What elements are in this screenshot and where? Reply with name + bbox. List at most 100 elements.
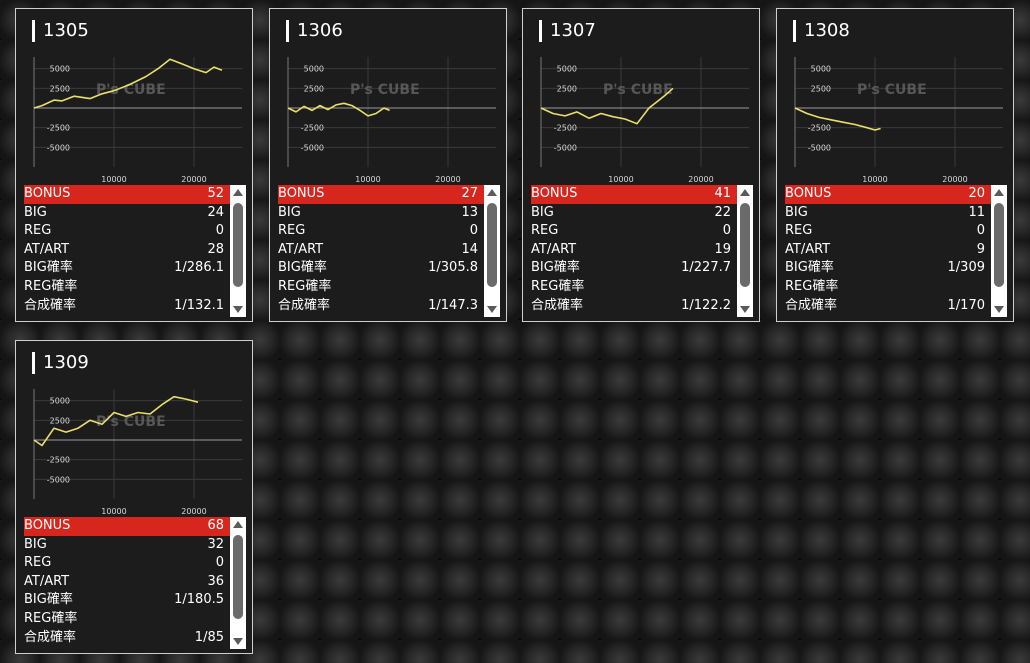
chart-svg: P's CUBE50002500-2500-500010000 20000 [287,57,496,184]
watermark-logo: P's CUBE [603,82,673,98]
y-tick-label: 5000 [304,65,324,74]
stat-row: AT/ART 36 [24,573,230,592]
machine-number: 1307 [539,20,596,42]
stat-value: 1/132.1 [174,297,224,313]
stats-list[interactable]: BONUS 20 BIG 11 REG 0 AT/ART 9 BIG確率 1/309 REG確率 合成… [785,185,991,317]
stat-value: 1/305.8 [428,260,478,276]
machine-card[interactable]: 1305 P's CUBE 5000 2500 -2500 -5000 10000 20000… [15,8,253,322]
machine-card[interactable]: 1306 P's CUBE 5000 2500 -2500 -5000 10000 20000… [269,8,507,322]
y-tick-label: 5000 [50,397,70,406]
stat-row: BIG確率 1/180.5 [24,591,230,610]
stat-value: 1/227.7 [681,260,731,276]
stat-label: 合成確率 [531,297,584,313]
stat-row: 合成確率 1/132.1 [24,297,230,316]
stat-value: 1/85 [194,629,224,645]
stat-label: BIG [785,204,808,220]
y-tick-label: 2500 [811,84,831,93]
scroll-thumb[interactable] [487,203,497,287]
machine-number: 1306 [286,20,343,42]
chart-svg: P's CUBE50002500-2500-500010000 20000 [540,57,749,184]
stat-value: 27 [461,186,478,201]
x-tick-label: 20000 [181,175,206,184]
stat-label: 合成確率 [785,297,838,313]
machine-card[interactable]: 1307 P's CUBE 5000 2500 -2500 -5000 10000 20000… [522,8,760,322]
stat-label: REG確率 [531,278,585,294]
stat-value: 1/170 [947,297,985,313]
stat-label: AT/ART [24,241,70,257]
scroll-down-arrow-icon[interactable] [487,306,497,313]
stat-label: BIG [24,536,47,552]
stats-scrollbar[interactable] [484,185,500,317]
stat-label: BIG確率 [278,260,327,276]
stats-scrollbar[interactable] [737,185,753,317]
machine-card[interactable]: 1308 P's CUBE 5000 2500 -2500 -5000 10000 20000… [776,8,1014,322]
machine-number: 1305 [32,20,89,42]
stat-value: 24 [207,204,224,220]
scroll-up-arrow-icon[interactable] [994,189,1004,196]
y-tick-label: -5000 [554,143,577,152]
scroll-down-arrow-icon[interactable] [233,638,243,645]
machine-card[interactable]: 1309 P's CUBE 5000 2500 -2500 -5000 10000 20000… [15,340,253,654]
stat-label: AT/ART [24,573,70,589]
stat-row: REG 0 [24,222,230,241]
slump-line [287,102,390,117]
machine-number: 1309 [32,352,89,374]
stats-list[interactable]: BONUS 41 BIG 22 REG 0 AT/ART 19 BIG確率 1/227.7 REG確… [531,185,737,317]
stat-value: 68 [207,518,224,533]
stat-row: AT/ART 19 [531,241,737,260]
stats-scrollbar[interactable] [230,517,246,649]
stat-row: 合成確率 1/170 [785,297,991,316]
slump-chart: P's CUBE 5000 2500 -2500 -5000 10000 20000 [531,47,753,187]
y-tick-label: 2500 [557,84,577,93]
stat-row: REG 0 [278,222,484,241]
stat-row: BIG 22 [531,204,737,223]
stat-label: BIG [278,204,301,220]
stat-row: REG確率 [278,278,484,297]
y-tick-label: -5000 [47,143,70,152]
scroll-up-arrow-icon[interactable] [740,189,750,196]
scroll-down-arrow-icon[interactable] [994,306,1004,313]
scroll-down-arrow-icon[interactable] [233,306,243,313]
scroll-up-arrow-icon[interactable] [487,189,497,196]
stat-value: 36 [207,573,224,589]
stat-row: 合成確率 1/85 [24,629,230,648]
y-tick-label: 2500 [50,416,70,425]
stat-row: AT/ART 9 [785,241,991,260]
stat-row: REG確率 [785,278,991,297]
stat-label: REG [785,223,813,239]
x-tick-label: 20000 [181,507,206,516]
stat-value: 52 [207,186,224,201]
stat-value: 9 [976,241,985,257]
scroll-thumb[interactable] [740,203,750,287]
stat-label: BIG確率 [531,260,580,276]
stat-row: REG 0 [785,222,991,241]
stats-list[interactable]: BONUS 68 BIG 32 REG 0 AT/ART 36 BIG確率 1/180.5 REG確… [24,517,230,649]
stat-value: 1/309 [947,260,985,276]
scroll-thumb[interactable] [994,203,1004,287]
scroll-thumb[interactable] [233,535,243,619]
stats-list[interactable]: BONUS 27 BIG 13 REG 0 AT/ART 14 BIG確率 1/305.8 REG確… [278,185,484,317]
stat-row: AT/ART 14 [278,241,484,260]
stat-row: BIG確率 1/286.1 [24,259,230,278]
stats-scrollbar[interactable] [991,185,1007,317]
stat-row: BONUS 41 [531,185,737,204]
stat-label: REG [531,223,559,239]
scroll-up-arrow-icon[interactable] [233,189,243,196]
y-tick-label: -2500 [301,124,324,133]
stat-label: BIG [24,204,47,220]
stats-scrollbar[interactable] [230,185,246,317]
stat-label: BIG確率 [785,260,834,276]
stat-row: AT/ART 28 [24,241,230,260]
chart-svg: P's CUBE50002500-2500-500010000 20000 [33,57,242,184]
y-tick-label: -2500 [554,124,577,133]
scroll-up-arrow-icon[interactable] [233,521,243,528]
slump-chart: P's CUBE 5000 2500 -2500 -5000 10000 20000 [24,47,246,187]
y-tick-label: 5000 [811,65,831,74]
scroll-thumb[interactable] [233,203,243,287]
stats-list[interactable]: BONUS 52 BIG 24 REG 0 AT/ART 28 BIG確率 1/286.1 REG確… [24,185,230,317]
stat-label: REG [24,223,52,239]
stat-row: BIG確率 1/227.7 [531,259,737,278]
scroll-down-arrow-icon[interactable] [740,306,750,313]
stat-label: 合成確率 [278,297,331,313]
stat-label: REG確率 [278,278,332,294]
